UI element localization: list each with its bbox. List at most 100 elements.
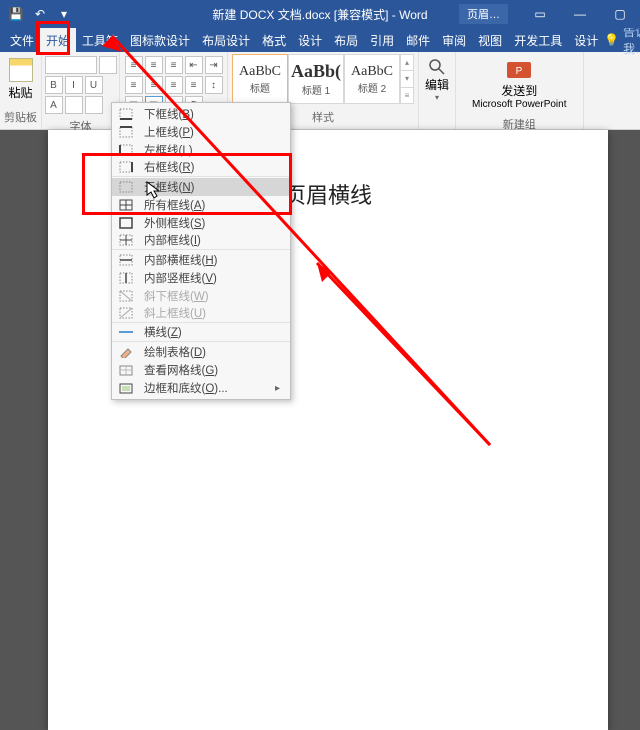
menu-item-borders-shading[interactable]: 边框和底纹(O)... <box>112 379 290 397</box>
menu-item-diag-down: 斜下框线(W) <box>112 287 290 305</box>
group-font: BIU A 字体 <box>42 52 120 129</box>
italic-button[interactable]: I <box>65 76 83 94</box>
menu-item-label: 内部框线(I) <box>144 232 201 248</box>
styles-gallery[interactable]: AaBbC标题 AaBb(标题 1 AaBbC标题 2 ▴ ▾ ≡ <box>232 54 414 104</box>
menu-item-no-border[interactable]: 无框线(N) <box>112 178 290 196</box>
tab-chart-design[interactable]: 图标款设计 <box>124 28 196 52</box>
group-edit: 编辑 ▾ <box>419 52 456 129</box>
styles-more[interactable]: ≡ <box>401 87 413 103</box>
style-tile-heading[interactable]: AaBbC标题 <box>232 54 288 104</box>
undo-icon[interactable]: ↶ <box>32 6 48 22</box>
qat-dropdown-icon[interactable]: ▾ <box>56 6 72 22</box>
menu-item-top-border[interactable]: 上框线(P) <box>112 123 290 141</box>
window-title: 新建 DOCX 文档.docx [兼容模式] - Word <box>212 6 427 23</box>
diag-up-icon <box>118 306 134 320</box>
menu-item-hline[interactable]: 横线(Z) <box>112 324 290 342</box>
menu-item-inside-h-border[interactable]: 内部横框线(H) <box>112 251 290 269</box>
borders-dropdown-menu: 下框线(B) 上框线(P) 左框线(L)右框线(R) 无框线(N) 所有框线(A) 外侧框… <box>111 102 291 400</box>
style-tile-heading2[interactable]: AaBbC标题 2 <box>344 54 400 104</box>
group-clipboard: 粘贴 剪贴板 <box>0 52 42 129</box>
bold-button[interactable]: B <box>45 76 63 94</box>
right-border-icon <box>118 160 134 174</box>
draw-table-icon <box>118 345 134 359</box>
menu-item-inside-v-border[interactable]: 内部竖框线(V) <box>112 269 290 287</box>
tell-me-input[interactable]: 💡 告诉我… <box>604 23 640 57</box>
page-header-text: 页眉横线 <box>284 178 372 210</box>
ribbon-options-icon[interactable]: ▭ <box>520 0 560 28</box>
tab-layout[interactable]: 布局 <box>328 28 364 52</box>
style-tile-heading1[interactable]: AaBb(标题 1 <box>288 54 344 104</box>
menu-item-label: 上框线(P) <box>144 124 194 140</box>
numbering-button[interactable]: ≡ <box>145 56 163 74</box>
highlight-button[interactable] <box>65 96 83 114</box>
paste-label: 粘贴 <box>9 84 33 101</box>
send-label-1: 发送到 <box>501 82 537 99</box>
tab-layout1[interactable]: 布局设计 <box>196 28 256 52</box>
menu-item-label: 下框线(B) <box>144 106 194 122</box>
menu-item-label: 无框线(N) <box>144 179 195 195</box>
tab-insert[interactable]: 工具箱 <box>76 28 124 52</box>
indent-inc-button[interactable]: ⇥ <box>205 56 223 74</box>
menu-item-all-borders[interactable]: 所有框线(A) <box>112 196 290 214</box>
tab-mailings[interactable]: 邮件 <box>400 28 436 52</box>
font-size-combo[interactable] <box>99 56 117 74</box>
menu-item-label: 边框和底纹(O)... <box>144 380 228 396</box>
menu-item-outside-borders[interactable]: 外侧框线(S) <box>112 214 290 232</box>
search-icon <box>428 58 446 76</box>
ribbon-tabs: 文件 开始 工具箱 图标款设计 布局设计 格式 设计 布局 引用 邮件 审阅 视… <box>0 28 640 52</box>
styles-scroll-up[interactable]: ▴ <box>401 55 413 70</box>
borders-shading-icon <box>118 381 134 395</box>
contextual-tab-label: 页眉… <box>459 4 508 24</box>
hline-icon <box>118 325 134 339</box>
align-right-button[interactable]: ≡ <box>165 76 183 94</box>
menu-item-label: 内部竖框线(V) <box>144 270 217 286</box>
multilevel-button[interactable]: ≡ <box>165 56 183 74</box>
tab-developer[interactable]: 开发工具 <box>508 28 568 52</box>
tab-file[interactable]: 文件 <box>4 28 40 52</box>
all-borders-icon <box>118 198 134 212</box>
document-area: 页眉横线 <box>0 130 640 558</box>
outside-borders-icon <box>118 216 134 230</box>
tab-home[interactable]: 开始 <box>40 28 76 52</box>
menu-item-right-border[interactable]: 右框线(R) <box>112 159 290 177</box>
menu-item-inside-borders[interactable]: 内部框线(I) <box>112 232 290 250</box>
menu-item-label: 查看网格线(G) <box>144 362 218 378</box>
menu-item-bottom-border[interactable]: 下框线(B) <box>112 105 290 123</box>
tab-view[interactable]: 视图 <box>472 28 508 52</box>
paste-button[interactable]: 粘贴 <box>3 54 39 105</box>
underline-button[interactable]: U <box>85 76 103 94</box>
menu-item-label: 外侧框线(S) <box>144 215 205 231</box>
tab-design2[interactable]: 设计 <box>568 28 604 52</box>
font-color-button[interactable]: A <box>45 96 63 114</box>
send-to-powerpoint-button[interactable]: P 发送到 Microsoft PowerPoint <box>466 56 572 114</box>
align-center-button[interactable]: ≡ <box>145 76 163 94</box>
tab-format[interactable]: 格式 <box>256 28 292 52</box>
menu-item-view-gridlines[interactable]: 查看网格线(G) <box>112 361 290 379</box>
inside-borders-icon <box>118 233 134 247</box>
bullets-button[interactable]: ≡ <box>125 56 143 74</box>
menu-item-label: 横线(Z) <box>144 324 182 340</box>
menu-item-left-border[interactable]: 左框线(L) <box>112 141 290 159</box>
menu-item-label: 绘制表格(D) <box>144 344 206 360</box>
line-spacing-button[interactable]: ↕ <box>205 76 223 94</box>
menu-item-label: 斜上框线(U) <box>144 305 206 321</box>
font-name-combo[interactable] <box>45 56 97 74</box>
tab-review[interactable]: 审阅 <box>436 28 472 52</box>
clear-format-button[interactable] <box>85 96 103 114</box>
align-left-button[interactable]: ≡ <box>125 76 143 94</box>
menu-item-label: 左框线(L) <box>144 142 193 158</box>
justify-button[interactable]: ≡ <box>185 76 203 94</box>
menu-item-label: 右框线(R) <box>144 159 195 175</box>
styles-scroll-down[interactable]: ▾ <box>401 70 413 86</box>
tab-design[interactable]: 设计 <box>292 28 328 52</box>
menu-item-draw-table[interactable]: 绘制表格(D) <box>112 343 290 361</box>
minimize-button[interactable]: — <box>560 0 600 28</box>
menu-item-label: 所有框线(A) <box>144 197 205 213</box>
maximize-button[interactable]: ▢ <box>600 0 640 28</box>
edit-button[interactable]: 编辑 ▾ <box>423 54 451 106</box>
save-icon[interactable]: 💾 <box>8 6 24 22</box>
left-border-icon <box>118 143 134 157</box>
indent-dec-button[interactable]: ⇤ <box>185 56 203 74</box>
window-controls: ▭ — ▢ <box>520 0 640 28</box>
tab-references[interactable]: 引用 <box>364 28 400 52</box>
